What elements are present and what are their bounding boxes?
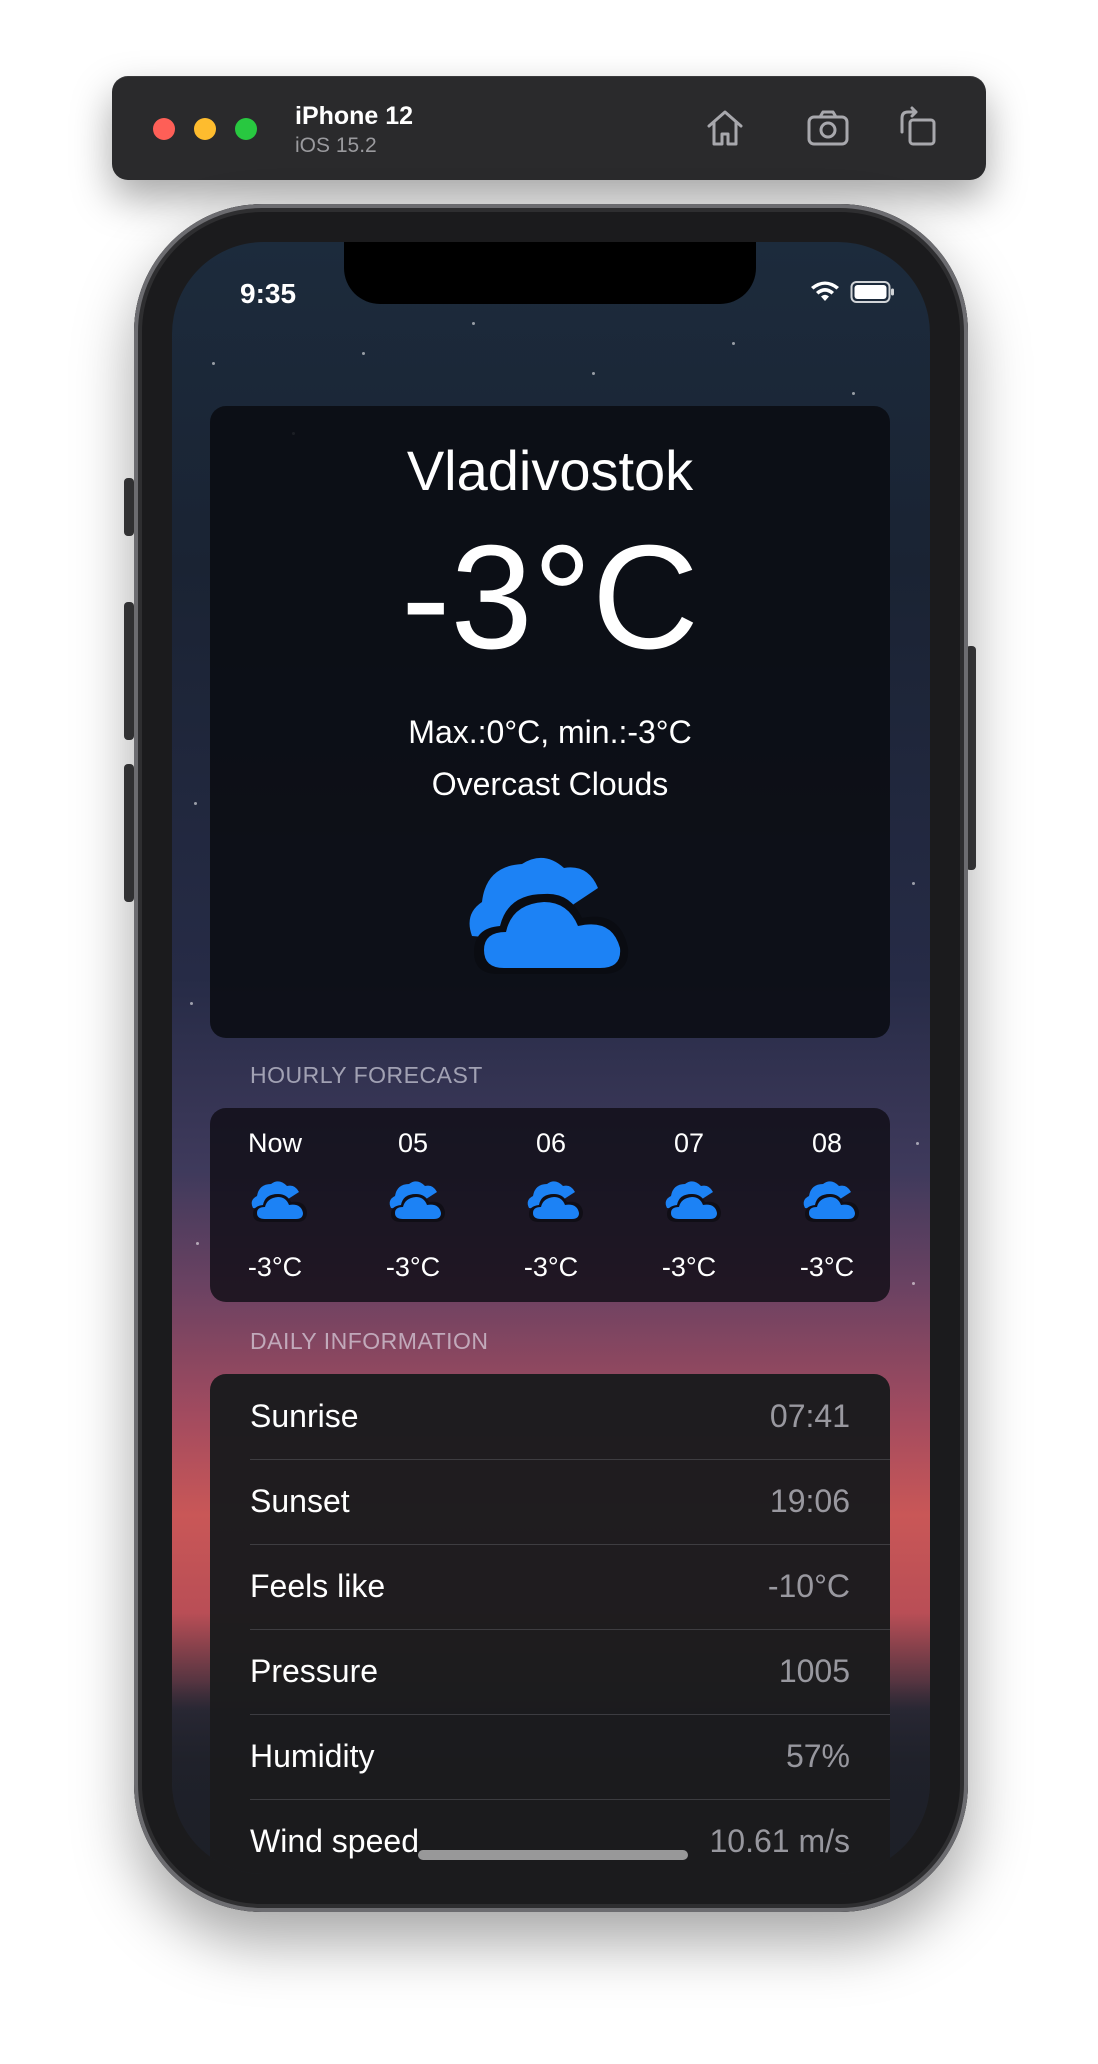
clouds-icon xyxy=(249,1178,311,1224)
simulator-toolbar: iPhone 12 iOS 15.2 xyxy=(112,76,986,180)
volume-down-button[interactable] xyxy=(124,764,134,902)
row-value: 10.61 m/s xyxy=(709,1823,850,1859)
current-weather-card: Vladivostok -3°C Max.:0°C, min.:-3°C Ove… xyxy=(210,406,890,1038)
list-item-pressure: Pressure 1005 xyxy=(250,1629,890,1715)
home-icon[interactable] xyxy=(699,102,751,154)
hourly-item: 06 -3°C xyxy=(496,1108,606,1302)
device-name: iPhone 12 xyxy=(295,102,414,130)
list-item-sunrise: Sunrise 07:41 xyxy=(250,1374,890,1460)
daily-information-list[interactable]: Sunrise 07:41 Sunset 19:06 Feels like -1… xyxy=(210,1374,890,1874)
row-label: Sunset xyxy=(250,1483,350,1519)
hour-temperature: -3°C xyxy=(523,1252,579,1282)
row-label: Feels like xyxy=(250,1568,386,1604)
notch xyxy=(344,242,756,304)
row-value: -10°C xyxy=(767,1568,850,1604)
hour-temperature: -3°C xyxy=(799,1252,855,1282)
clouds-icon xyxy=(663,1178,725,1224)
silent-switch[interactable] xyxy=(124,478,134,536)
row-value: 19:06 xyxy=(769,1483,850,1519)
hourly-forecast-card[interactable]: Now -3°C 05 -3°C 06 -3°C 07 -3°C 08 -3°C xyxy=(210,1108,890,1302)
row-label: Wind speed xyxy=(250,1823,419,1859)
close-window-button[interactable] xyxy=(153,118,175,140)
screenshot-icon[interactable] xyxy=(802,102,854,154)
hourly-item: 08 -3°C xyxy=(772,1108,882,1302)
daily-information-label: DAILY INFORMATION xyxy=(250,1328,489,1354)
rotate-icon[interactable] xyxy=(892,102,944,154)
min-max-temperature: Max.:0°C, min.:-3°C xyxy=(408,714,692,750)
hour-time: 07 xyxy=(673,1128,705,1158)
minimize-window-button[interactable] xyxy=(194,118,216,140)
list-item-humidity: Humidity 57% xyxy=(250,1714,890,1800)
current-temperature: -3°C xyxy=(401,515,699,680)
list-item-sunset: Sunset 19:06 xyxy=(250,1459,890,1545)
hour-temperature: -3°C xyxy=(385,1252,441,1282)
row-value: 57% xyxy=(785,1738,850,1774)
row-value: 07:41 xyxy=(769,1398,850,1434)
row-label: Pressure xyxy=(250,1653,379,1689)
clouds-icon xyxy=(801,1178,863,1224)
clouds-icon xyxy=(387,1178,449,1224)
weather-condition: Overcast Clouds xyxy=(431,766,669,802)
status-time: 9:35 xyxy=(240,278,297,309)
row-label: Sunrise xyxy=(250,1398,359,1434)
row-label: Humidity xyxy=(250,1738,375,1774)
list-item-feels-like: Feels like -10°C xyxy=(250,1544,890,1630)
device-screen: 9:35 Vladivostok -3°C Max.:0°C, min.:-3°… xyxy=(172,242,930,1874)
hourly-forecast-label: HOURLY FORECAST xyxy=(250,1062,483,1088)
iphone-frame: 9:35 Vladivostok -3°C Max.:0°C, min.:-3°… xyxy=(134,204,968,1912)
battery-icon xyxy=(850,280,896,309)
device-os-version: iOS 15.2 xyxy=(295,134,377,157)
volume-up-button[interactable] xyxy=(124,602,134,740)
wifi-icon xyxy=(810,281,840,308)
clouds-icon xyxy=(525,1178,587,1224)
hourly-item: 07 -3°C xyxy=(634,1108,744,1302)
zoom-window-button[interactable] xyxy=(235,118,257,140)
hour-time: 06 xyxy=(535,1128,567,1158)
hour-time: Now xyxy=(247,1128,302,1158)
status-icons xyxy=(810,280,896,309)
row-value: 1005 xyxy=(778,1653,850,1689)
hour-temperature: -3°C xyxy=(661,1252,717,1282)
home-indicator[interactable] xyxy=(418,1850,688,1860)
hourly-item: 05 -3°C xyxy=(358,1108,468,1302)
hour-time: 05 xyxy=(397,1128,429,1158)
hour-temperature: -3°C xyxy=(247,1252,303,1282)
hourly-item: Now -3°C xyxy=(220,1108,330,1302)
city-name: Vladivostok xyxy=(406,439,694,502)
hour-time: 08 xyxy=(811,1128,843,1158)
clouds-icon xyxy=(460,844,640,984)
list-item-wind-speed: Wind speed 10.61 m/s xyxy=(250,1799,890,1874)
